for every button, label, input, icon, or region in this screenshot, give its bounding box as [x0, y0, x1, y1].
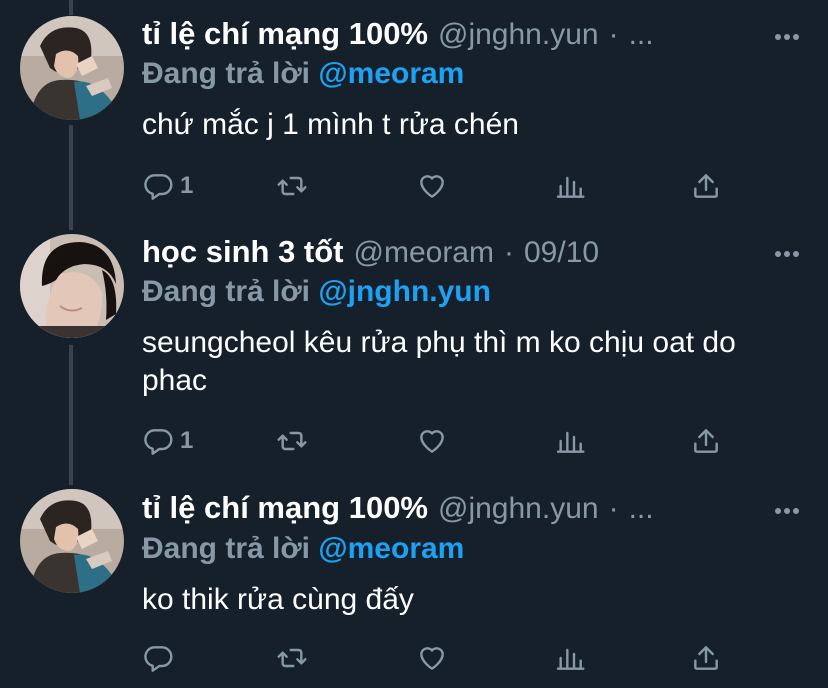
tweet-header: học sinh 3 tốt @meoram · 09/10 — [142, 234, 599, 274]
analytics-icon — [556, 648, 585, 670]
share-icon — [694, 174, 718, 198]
replying-to: Đang trả lời @meoram — [142, 57, 464, 91]
retweet-button[interactable] — [276, 168, 308, 204]
like-button[interactable] — [416, 168, 448, 204]
analytics-button[interactable] — [554, 423, 586, 459]
timestamp[interactable]: ... — [629, 18, 654, 52]
tweet-actions: 1 — [142, 423, 742, 459]
reply-icon — [144, 646, 173, 672]
reply-button[interactable]: 1 — [142, 168, 193, 204]
avatar[interactable] — [20, 16, 124, 120]
mention-link[interactable]: @meoram — [318, 532, 464, 565]
tweet-actions: 1 — [142, 168, 742, 204]
share-button[interactable] — [690, 423, 722, 459]
replying-to-label: Đang trả lời — [142, 275, 311, 308]
share-button[interactable] — [690, 640, 722, 676]
share-button[interactable] — [690, 168, 722, 204]
replying-to-label: Đang trả lời — [142, 57, 311, 90]
retweet-icon — [277, 431, 307, 451]
more-icon[interactable] — [772, 239, 802, 269]
like-button[interactable] — [416, 640, 448, 676]
reply-count: 1 — [180, 427, 194, 454]
analytics-button[interactable] — [554, 168, 586, 204]
avatar[interactable] — [20, 234, 124, 338]
timestamp[interactable]: ... — [629, 492, 654, 526]
tweet-text: chứ mắc j 1 mình t rửa chén — [142, 108, 519, 141]
reply-button[interactable]: 1 — [142, 423, 193, 459]
retweet-icon — [277, 176, 307, 196]
share-icon — [694, 429, 718, 453]
separator: · — [608, 492, 619, 525]
analytics-button[interactable] — [554, 640, 586, 676]
tweet[interactable]: tỉ lệ chí mạng 100% @jnghn.yun · ... Đan… — [0, 480, 828, 688]
tweet-header: tỉ lệ chí mạng 100% @jnghn.yun · ... — [142, 490, 654, 530]
tweet-text: ko thik rửa cùng đấy — [142, 583, 414, 616]
reply-icon — [144, 174, 173, 200]
separator: · — [503, 236, 514, 269]
replying-to-label: Đang trả lời — [142, 532, 311, 565]
timestamp[interactable]: 09/10 — [524, 236, 599, 270]
username[interactable]: @jnghn.yun — [438, 492, 599, 526]
tweet[interactable]: tỉ lệ chí mạng 100% @jnghn.yun · ... Đan… — [0, 0, 828, 225]
mention-link[interactable]: @jnghn.yun — [318, 275, 491, 308]
retweet-icon — [277, 648, 307, 668]
analytics-icon — [556, 431, 585, 453]
tweet-text: seungcheol kêu rửa phụ thì m ko chịu oat… — [142, 326, 736, 397]
like-icon — [420, 175, 444, 198]
separator: · — [608, 18, 619, 51]
analytics-icon — [556, 176, 585, 198]
tweet-actions — [142, 640, 742, 676]
display-name[interactable]: tỉ lệ chí mạng 100% — [142, 490, 428, 526]
display-name[interactable]: học sinh 3 tốt — [142, 234, 344, 270]
like-icon — [420, 430, 444, 453]
retweet-button[interactable] — [276, 423, 308, 459]
more-icon[interactable] — [772, 22, 802, 52]
username[interactable]: @jnghn.yun — [438, 18, 599, 52]
share-icon — [694, 646, 718, 670]
display-name[interactable]: tỉ lệ chí mạng 100% — [142, 16, 428, 52]
replying-to: Đang trả lời @jnghn.yun — [142, 275, 491, 309]
reply-button[interactable] — [142, 640, 174, 676]
reply-icon — [144, 429, 173, 455]
like-button[interactable] — [416, 423, 448, 459]
reply-count: 1 — [180, 172, 194, 199]
like-icon — [420, 647, 444, 670]
mention-link[interactable]: @meoram — [318, 57, 464, 90]
username[interactable]: @meoram — [354, 236, 494, 270]
tweet[interactable]: học sinh 3 tốt @meoram · 09/10 Đang trả … — [0, 225, 828, 480]
replying-to: Đang trả lời @meoram — [142, 532, 464, 566]
tweet-header: tỉ lệ chí mạng 100% @jnghn.yun · ... — [142, 16, 654, 56]
more-icon[interactable] — [772, 496, 802, 526]
avatar[interactable] — [20, 489, 124, 593]
retweet-button[interactable] — [276, 640, 308, 676]
